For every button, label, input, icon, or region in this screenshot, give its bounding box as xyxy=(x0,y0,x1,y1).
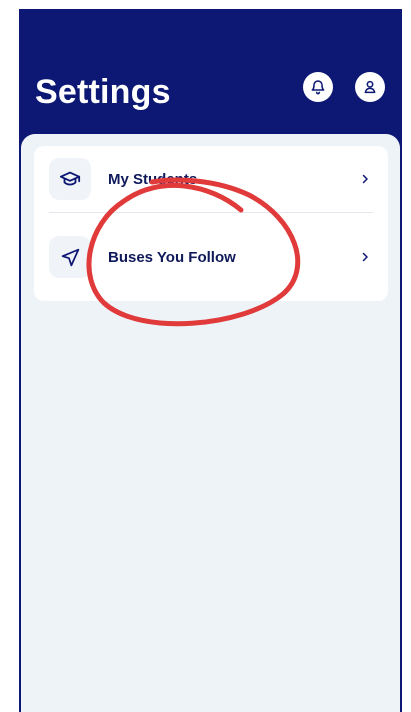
settings-card: My Students Buses You Follow xyxy=(34,146,388,301)
page-title: Settings xyxy=(35,73,171,111)
app-screen: Settings My Students Buses You Follow xyxy=(19,9,402,712)
notifications-button[interactable] xyxy=(303,72,333,102)
item-icon-container xyxy=(49,236,91,278)
profile-button[interactable] xyxy=(355,72,385,102)
app-header: Settings xyxy=(19,9,402,135)
settings-content: My Students Buses You Follow xyxy=(21,134,400,712)
buses-you-follow-item[interactable]: Buses You Follow xyxy=(34,224,388,290)
graduation-cap-icon xyxy=(59,171,81,186)
user-icon xyxy=(364,80,376,94)
chevron-right-icon xyxy=(358,172,372,186)
navigation-arrow-icon xyxy=(61,248,79,266)
chevron-right-icon xyxy=(358,250,372,264)
my-students-item[interactable]: My Students xyxy=(34,146,388,212)
bell-icon xyxy=(311,80,325,95)
my-students-label: My Students xyxy=(108,170,198,188)
buses-you-follow-label: Buses You Follow xyxy=(108,248,236,266)
item-icon-container xyxy=(49,158,91,200)
item-divider xyxy=(49,212,373,213)
